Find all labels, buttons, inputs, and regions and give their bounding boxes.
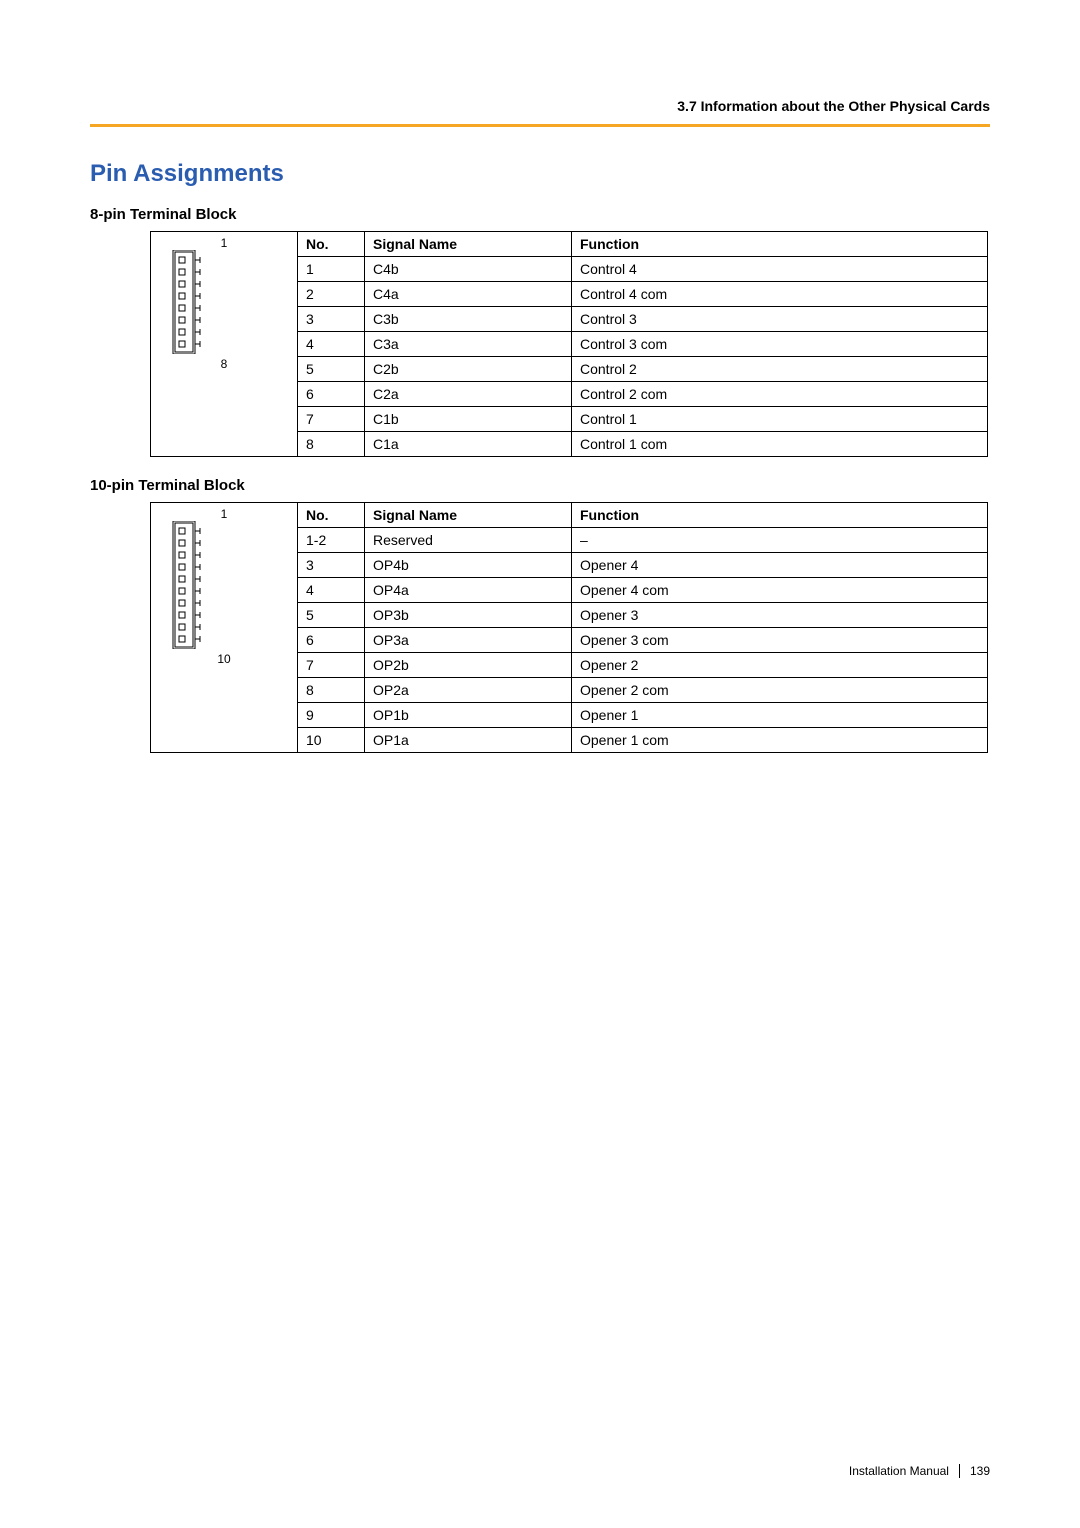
table-column-header: Signal Name bbox=[365, 503, 572, 528]
table-column-header: No. bbox=[298, 232, 365, 257]
cell-no: 4 bbox=[298, 578, 365, 603]
cell-no: 10 bbox=[298, 728, 365, 753]
table-column-header: No. bbox=[298, 503, 365, 528]
cell-no: 1-2 bbox=[298, 528, 365, 553]
header-rule bbox=[90, 124, 990, 127]
cell-signal: C2a bbox=[365, 382, 572, 407]
cell-func: Control 4 com bbox=[572, 282, 988, 307]
cell-signal: C1a bbox=[365, 432, 572, 457]
cell-func: Opener 1 com bbox=[572, 728, 988, 753]
cell-no: 7 bbox=[298, 407, 365, 432]
cell-no: 8 bbox=[298, 678, 365, 703]
cell-no: 3 bbox=[298, 553, 365, 578]
cell-func: Control 2 com bbox=[572, 382, 988, 407]
table-header-row: 110No.Signal NameFunction bbox=[151, 503, 988, 528]
cell-func: Control 2 bbox=[572, 357, 988, 382]
cell-func: Opener 4 com bbox=[572, 578, 988, 603]
cell-func: Control 1 com bbox=[572, 432, 988, 457]
cell-no: 7 bbox=[298, 653, 365, 678]
cell-func: Control 4 bbox=[572, 257, 988, 282]
page-footer: Installation Manual 139 bbox=[849, 1464, 990, 1478]
cell-signal: C3a bbox=[365, 332, 572, 357]
terminal-block-diagram-cell: 18 bbox=[151, 232, 298, 457]
table-10pin: 110No.Signal NameFunction1-2Reserved–3OP… bbox=[150, 502, 988, 753]
cell-signal: Reserved bbox=[365, 528, 572, 553]
cell-signal: OP2a bbox=[365, 678, 572, 703]
cell-no: 1 bbox=[298, 257, 365, 282]
table-column-header: Function bbox=[572, 232, 988, 257]
cell-func: Control 3 com bbox=[572, 332, 988, 357]
cell-no: 2 bbox=[298, 282, 365, 307]
content-area: Pin Assignments 8-pin Terminal Block 18N… bbox=[90, 160, 990, 753]
terminal-block-icon bbox=[159, 521, 209, 649]
cell-signal: OP1a bbox=[365, 728, 572, 753]
cell-signal: C4b bbox=[365, 257, 572, 282]
cell-func: Opener 2 com bbox=[572, 678, 988, 703]
cell-func: Opener 4 bbox=[572, 553, 988, 578]
page-title: Pin Assignments bbox=[90, 160, 990, 188]
table-column-header: Signal Name bbox=[365, 232, 572, 257]
cell-no: 3 bbox=[298, 307, 365, 332]
cell-signal: C2b bbox=[365, 357, 572, 382]
table-header-row: 18No.Signal NameFunction bbox=[151, 232, 988, 257]
terminal-block-label-bottom: 10 bbox=[159, 652, 289, 666]
cell-func: Opener 1 bbox=[572, 703, 988, 728]
cell-func: Control 3 bbox=[572, 307, 988, 332]
cell-signal: OP2b bbox=[365, 653, 572, 678]
table-8pin: 18No.Signal NameFunction1C4bControl 42C4… bbox=[150, 231, 988, 457]
terminal-block-label-bottom: 8 bbox=[159, 357, 289, 371]
cell-no: 8 bbox=[298, 432, 365, 457]
cell-signal: C4a bbox=[365, 282, 572, 307]
table-column-header: Function bbox=[572, 503, 988, 528]
cell-no: 5 bbox=[298, 357, 365, 382]
cell-signal: OP1b bbox=[365, 703, 572, 728]
footer-manual-label: Installation Manual bbox=[849, 1464, 949, 1478]
cell-signal: OP4a bbox=[365, 578, 572, 603]
cell-no: 5 bbox=[298, 603, 365, 628]
footer-divider bbox=[959, 1464, 960, 1478]
cell-func: Opener 3 bbox=[572, 603, 988, 628]
cell-func: Control 1 bbox=[572, 407, 988, 432]
header-section-label: 3.7 Information about the Other Physical… bbox=[677, 98, 990, 114]
heading-10pin: 10-pin Terminal Block bbox=[90, 477, 990, 494]
terminal-block-label-top: 1 bbox=[159, 236, 289, 250]
heading-8pin: 8-pin Terminal Block bbox=[90, 206, 990, 223]
cell-signal: OP3a bbox=[365, 628, 572, 653]
terminal-block-label-top: 1 bbox=[159, 507, 289, 521]
terminal-block-icon bbox=[159, 250, 209, 354]
page: 3.7 Information about the Other Physical… bbox=[0, 0, 1080, 1528]
footer-page-number: 139 bbox=[970, 1464, 990, 1478]
cell-no: 4 bbox=[298, 332, 365, 357]
cell-func: Opener 3 com bbox=[572, 628, 988, 653]
cell-signal: OP4b bbox=[365, 553, 572, 578]
cell-signal: C3b bbox=[365, 307, 572, 332]
cell-no: 9 bbox=[298, 703, 365, 728]
cell-no: 6 bbox=[298, 382, 365, 407]
cell-signal: C1b bbox=[365, 407, 572, 432]
cell-func: – bbox=[572, 528, 988, 553]
cell-signal: OP3b bbox=[365, 603, 572, 628]
cell-func: Opener 2 bbox=[572, 653, 988, 678]
cell-no: 6 bbox=[298, 628, 365, 653]
terminal-block-diagram-cell: 1 10 bbox=[151, 503, 298, 753]
